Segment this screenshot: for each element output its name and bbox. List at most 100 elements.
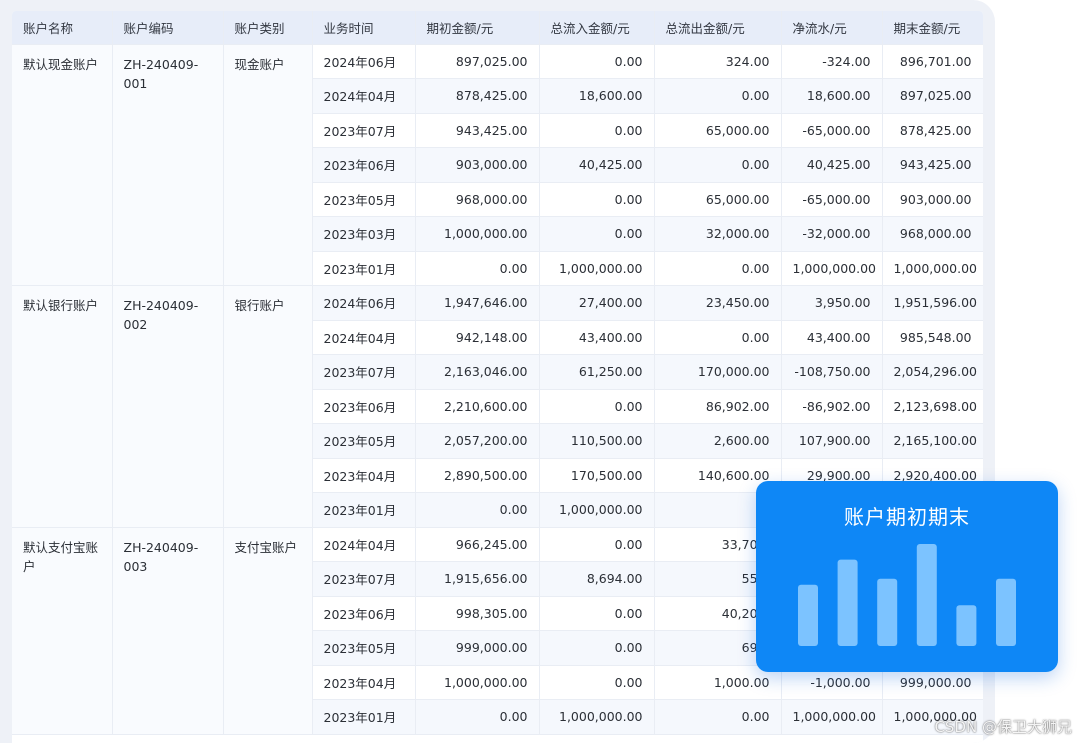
- total-outflow-cell: 0.00: [654, 147, 782, 183]
- total-outflow-cell: 65,000.00: [654, 182, 782, 217]
- business-time-cell: 2023年06月: [312, 596, 416, 631]
- account-type-cell: 银行账户: [223, 285, 313, 528]
- total-inflow-cell: 0.00: [539, 216, 655, 252]
- card-bar: [916, 544, 937, 646]
- total-outflow-cell: 2,600.00: [654, 423, 782, 459]
- business-time-cell: 2024年04月: [312, 320, 416, 355]
- opening-amount-cell: 966,245.00: [415, 527, 540, 562]
- closing-amount-cell: 985,548.00: [882, 320, 983, 355]
- business-time-cell: 2023年05月: [312, 423, 416, 459]
- business-time-cell: 2023年01月: [312, 699, 416, 735]
- total-outflow-cell: 0.00: [654, 320, 782, 355]
- total-inflow-cell: 110,500.00: [539, 423, 655, 459]
- column-header-business-time[interactable]: 业务时间: [312, 11, 416, 45]
- bar-chart-icon: [798, 544, 1016, 646]
- column-header-opening-amount[interactable]: 期初金额/元: [415, 11, 540, 45]
- column-header-net-flow[interactable]: 净流水/元: [781, 11, 883, 45]
- opening-amount-cell: 942,148.00: [415, 320, 540, 355]
- opening-amount-cell: 1,000,000.00: [415, 665, 540, 700]
- opening-amount-cell: 2,210,600.00: [415, 389, 540, 424]
- closing-amount-cell: 897,025.00: [882, 78, 983, 114]
- total-inflow-cell: 61,250.00: [539, 354, 655, 390]
- total-outflow-cell: 0.00: [654, 251, 782, 286]
- business-time-cell: 2024年04月: [312, 78, 416, 114]
- total-outflow-cell: 65,000.00: [654, 113, 782, 148]
- account-opening-closing-card[interactable]: 账户期初期末: [756, 481, 1058, 672]
- net-flow-cell: 107,900.00: [781, 423, 883, 459]
- net-flow-cell: 1,000,000.00: [781, 699, 883, 735]
- closing-amount-cell: 968,000.00: [882, 216, 983, 252]
- account-name-cell: 默认银行账户: [12, 285, 113, 528]
- closing-amount-cell: 2,123,698.00: [882, 389, 983, 424]
- column-header-closing-amount[interactable]: 期末金额/元: [882, 11, 983, 45]
- total-outflow-cell: 0.00: [654, 699, 782, 735]
- table-row[interactable]: 默认银行账户 ZH-240409-002 银行账户 2024年06月 1,947,646…: [12, 285, 983, 528]
- account-name-cell: 默认现金账户: [12, 44, 113, 286]
- column-header-total-outflow[interactable]: 总流出金额/元: [654, 11, 782, 45]
- net-flow-cell: 3,950.00: [781, 285, 883, 321]
- total-inflow-cell: 18,600.00: [539, 78, 655, 114]
- business-time-cell: 2023年01月: [312, 251, 416, 286]
- card-bar: [956, 605, 977, 646]
- business-time-cell: 2023年06月: [312, 147, 416, 183]
- business-time-cell: 2023年05月: [312, 630, 416, 666]
- table-row[interactable]: 默认现金账户 ZH-240409-001 现金账户 2024年06月 897,025.0…: [12, 44, 983, 286]
- closing-amount-cell: 1,951,596.00: [882, 285, 983, 321]
- opening-amount-cell: 903,000.00: [415, 147, 540, 183]
- opening-amount-cell: 0.00: [415, 492, 540, 528]
- card-bar: [996, 578, 1016, 646]
- opening-amount-cell: 0.00: [415, 251, 540, 286]
- opening-amount-cell: 1,947,646.00: [415, 285, 540, 321]
- net-flow-cell: 40,425.00: [781, 147, 883, 183]
- card-bar: [798, 584, 818, 646]
- closing-amount-cell: 2,165,100.00: [882, 423, 983, 459]
- total-inflow-cell: 0.00: [539, 665, 655, 700]
- opening-amount-cell: 943,425.00: [415, 113, 540, 148]
- total-outflow-cell: 324.00: [654, 44, 782, 79]
- opening-amount-cell: 968,000.00: [415, 182, 540, 217]
- total-inflow-cell: 1,000,000.00: [539, 492, 655, 528]
- opening-amount-cell: 999,000.00: [415, 630, 540, 666]
- total-inflow-cell: 1,000,000.00: [539, 251, 655, 286]
- business-time-cell: 2023年04月: [312, 458, 416, 493]
- account-code-cell: ZH-240409-002: [112, 285, 224, 528]
- card-bar: [877, 578, 898, 646]
- opening-amount-cell: 878,425.00: [415, 78, 540, 114]
- total-inflow-cell: 0.00: [539, 630, 655, 666]
- total-outflow-cell: 0.00: [654, 78, 782, 114]
- total-outflow-cell: 23,450.00: [654, 285, 782, 321]
- business-time-cell: 2023年03月: [312, 216, 416, 252]
- total-inflow-cell: 0.00: [539, 389, 655, 424]
- watermark: CSDN @保卫大狮兄: [934, 718, 1072, 736]
- net-flow-cell: -324.00: [781, 44, 883, 79]
- net-flow-cell: -32,000.00: [781, 216, 883, 252]
- business-time-cell: 2023年07月: [312, 354, 416, 390]
- opening-amount-cell: 998,305.00: [415, 596, 540, 631]
- total-inflow-cell: 0.00: [539, 182, 655, 217]
- closing-amount-cell: 943,425.00: [882, 147, 983, 183]
- total-inflow-cell: 0.00: [539, 113, 655, 148]
- net-flow-cell: 43,400.00: [781, 320, 883, 355]
- net-flow-cell: -108,750.00: [781, 354, 883, 390]
- total-outflow-cell: 32,000.00: [654, 216, 782, 252]
- business-time-cell: 2023年05月: [312, 182, 416, 217]
- column-header-account-name[interactable]: 账户名称: [12, 11, 113, 45]
- account-code-cell: ZH-240409-001: [112, 44, 224, 286]
- business-time-cell: 2024年04月: [312, 527, 416, 562]
- table-header-row: 账户名称 账户编码 账户类别 业务时间 期初金额/元 总流入金额/元 总流出金额…: [12, 11, 983, 45]
- closing-amount-cell: 2,054,296.00: [882, 354, 983, 390]
- total-inflow-cell: 170,500.00: [539, 458, 655, 493]
- total-inflow-cell: 43,400.00: [539, 320, 655, 355]
- column-header-total-inflow[interactable]: 总流入金额/元: [539, 11, 655, 45]
- total-inflow-cell: 0.00: [539, 596, 655, 631]
- closing-amount-cell: 896,701.00: [882, 44, 983, 79]
- column-header-account-code[interactable]: 账户编码: [112, 11, 224, 45]
- opening-amount-cell: 1,000,000.00: [415, 216, 540, 252]
- account-code-cell: ZH-240409-003: [112, 527, 224, 735]
- opening-amount-cell: 897,025.00: [415, 44, 540, 79]
- column-header-account-type[interactable]: 账户类别: [223, 11, 313, 45]
- business-time-cell: 2023年07月: [312, 561, 416, 597]
- net-flow-cell: 18,600.00: [781, 78, 883, 114]
- opening-amount-cell: 2,890,500.00: [415, 458, 540, 493]
- closing-amount-cell: 878,425.00: [882, 113, 983, 148]
